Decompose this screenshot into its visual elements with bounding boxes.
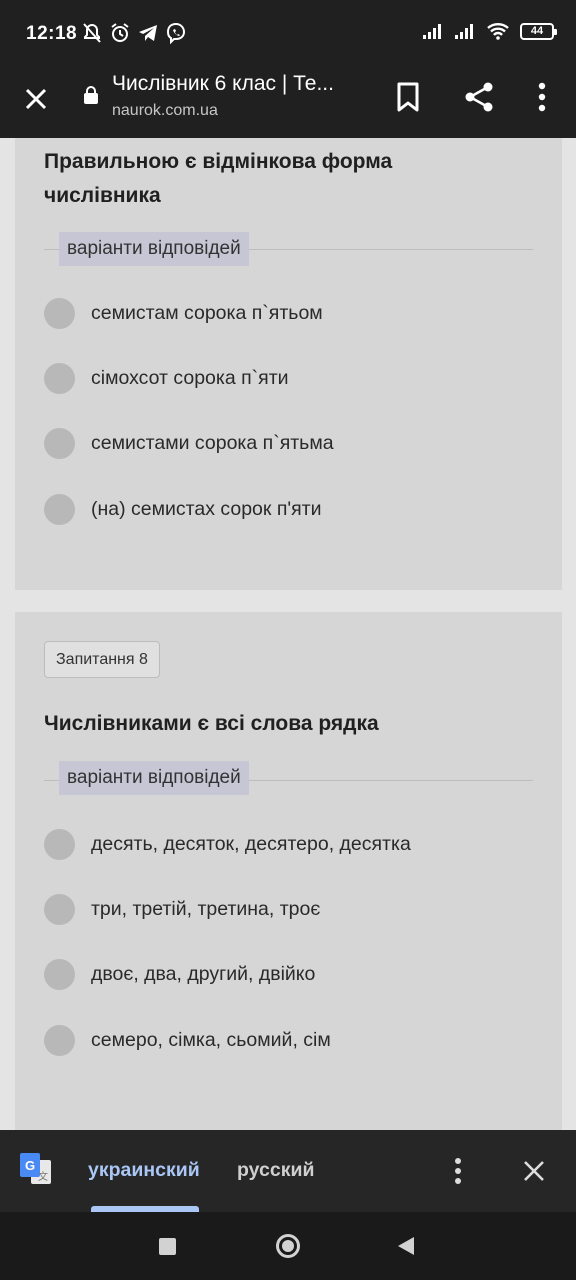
close-icon[interactable]: [517, 1154, 551, 1188]
home-icon[interactable]: [275, 1233, 301, 1259]
bookmark-icon[interactable]: [392, 80, 424, 114]
answer-option[interactable]: двоє, два, другий, двійко: [44, 954, 315, 994]
signal-icon: [455, 24, 473, 39]
answer-text: семистами сорока п`ятьма: [91, 431, 334, 454]
more-vert-icon[interactable]: [528, 80, 556, 114]
wifi-icon: [487, 23, 509, 40]
page-url[interactable]: naurok.com.ua: [112, 102, 218, 120]
answer-text: десять, десяток, десятеро, десятка: [91, 832, 411, 855]
answer-text: семеро, сімка, сьомий, сім: [91, 1028, 331, 1051]
answers-label: варіанти відповідей: [59, 761, 249, 795]
lock-icon[interactable]: [82, 85, 100, 105]
question-card: Правильною є відмінкова форма числівника…: [15, 138, 562, 590]
question-text: Правильною є відмінкова форма числівника: [44, 150, 393, 207]
answer-option[interactable]: (на) семистах сорок п'яти: [44, 489, 322, 529]
answer-text: двоє, два, другий, двійко: [91, 962, 316, 985]
question-text: Числівниками є всі слова рядка: [44, 712, 379, 735]
answer-text: сімохсот сорока п`яти: [91, 366, 289, 389]
radio-button[interactable]: [44, 493, 75, 525]
alarm-icon: [111, 23, 129, 42]
answer-text: семистам сорока п`ятьом: [91, 301, 323, 324]
question-card: Запитання 8 Числівниками є всі слова ряд…: [15, 612, 562, 1130]
radio-button[interactable]: [44, 828, 75, 860]
status-bar: 12:18 44: [0, 0, 576, 68]
answer-text: три, третій, третина, троє: [91, 897, 321, 920]
radio-button[interactable]: [44, 297, 75, 329]
recent-apps-icon[interactable]: [159, 1238, 176, 1255]
answer-text: (на) семистах сорок п'яти: [91, 497, 322, 520]
radio-button[interactable]: [44, 958, 75, 990]
tab-target-language[interactable]: русский: [237, 1159, 314, 1182]
radio-button[interactable]: [44, 893, 75, 925]
browser-toolbar: Числівник 6 клас | Те... naurok.com.ua: [0, 68, 576, 138]
notifications-off-icon: [83, 23, 101, 43]
question-number: Запитання 8: [44, 641, 160, 678]
answer-option[interactable]: семеро, сімка, сьомий, сім: [44, 1020, 331, 1060]
back-icon[interactable]: [396, 1235, 416, 1257]
answer-option[interactable]: семистами сорока п`ятьма: [44, 423, 334, 463]
more-vert-icon[interactable]: [446, 1154, 470, 1188]
share-icon[interactable]: [462, 80, 496, 114]
status-notification-icons: [82, 22, 186, 44]
radio-button[interactable]: [44, 1024, 75, 1056]
close-icon[interactable]: [18, 81, 54, 117]
battery-icon: 44: [520, 22, 557, 40]
translate-bar: G 文 украинский русский: [0, 1130, 576, 1212]
radio-button[interactable]: [44, 427, 75, 459]
svg-text:G: G: [25, 1158, 35, 1173]
viber-icon: [166, 22, 186, 44]
page-content: Правильною є відмінкова форма числівника…: [0, 138, 576, 1130]
svg-text:文: 文: [38, 1170, 48, 1183]
answer-option[interactable]: сімохсот сорока п`яти: [44, 358, 289, 398]
answers-label: варіанти відповідей: [59, 232, 249, 266]
status-time: 12:18: [26, 23, 78, 44]
page-title: Числівник 6 клас | Те...: [112, 72, 334, 95]
answer-option[interactable]: три, третій, третина, троє: [44, 889, 320, 929]
tab-source-language[interactable]: украинский: [88, 1159, 200, 1182]
answer-option[interactable]: десять, десяток, десятеро, десятка: [44, 824, 411, 864]
signal-icon: [423, 24, 441, 39]
google-translate-icon: G 文: [20, 1153, 51, 1184]
answer-option[interactable]: семистам сорока п`ятьом: [44, 293, 323, 333]
navigation-bar: [0, 1212, 576, 1280]
telegram-icon: [139, 25, 157, 41]
status-system-icons: 44: [422, 22, 557, 40]
radio-button[interactable]: [44, 362, 75, 394]
